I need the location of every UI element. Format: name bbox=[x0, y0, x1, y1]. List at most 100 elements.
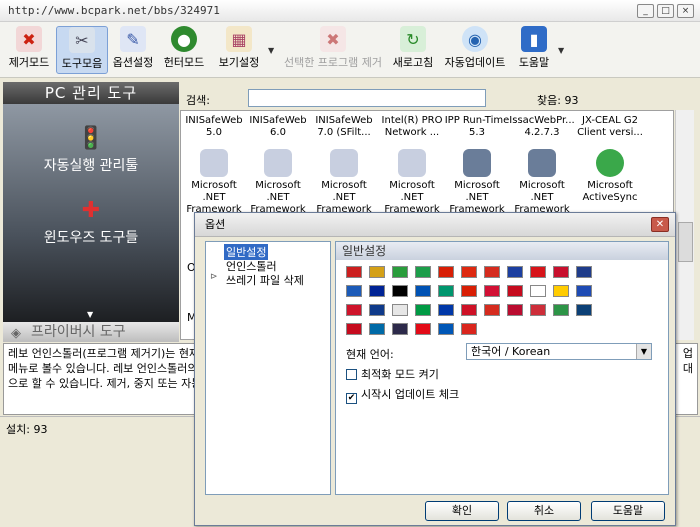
chevron-down-icon: ▼ bbox=[636, 344, 651, 359]
language-flag[interactable] bbox=[576, 266, 592, 278]
language-flag[interactable] bbox=[369, 304, 385, 316]
language-flag[interactable] bbox=[415, 266, 431, 278]
dotnet-icon bbox=[264, 149, 292, 177]
dialog-close-icon[interactable]: ✕ bbox=[651, 217, 669, 232]
optimize-mode-checkbox[interactable]: 최적화 모드 켜기 bbox=[346, 366, 439, 382]
language-flag[interactable] bbox=[484, 266, 500, 278]
language-flag[interactable] bbox=[392, 266, 408, 278]
tools-button[interactable]: ✂ 도구모음 bbox=[56, 26, 108, 74]
view-settings-dropdown-icon[interactable]: ▼ bbox=[268, 46, 274, 55]
tree-item-junk-files[interactable]: 쓰레기 파일 삭제 bbox=[226, 272, 304, 288]
sidebar-scroll-down-icon[interactable]: ▼ bbox=[87, 310, 93, 319]
options-button[interactable]: ✎ 옵션설정 bbox=[110, 26, 156, 74]
program-item[interactable]: INISafeWeb 5.0 bbox=[181, 115, 247, 139]
language-flag[interactable] bbox=[392, 304, 408, 316]
language-flag[interactable] bbox=[461, 285, 477, 297]
minimize-button[interactable]: _ bbox=[637, 4, 654, 18]
program-name: Intel(R) PRO Network ... bbox=[381, 115, 443, 138]
window-title: http://www.bcpark.net/bbs/324971 bbox=[8, 4, 220, 17]
sidebar-item-label: 윈도우즈 도구들 bbox=[43, 230, 139, 246]
remove-selected-button[interactable]: ✖ 선택한 프로그램 제거 bbox=[282, 26, 384, 74]
maximize-button[interactable]: □ bbox=[657, 4, 674, 18]
toolbar-label: 헌터모드 bbox=[163, 56, 205, 69]
close-button[interactable]: × bbox=[677, 4, 694, 18]
program-item[interactable]: IPP Run-Time 5.3 bbox=[444, 115, 510, 139]
language-flag[interactable] bbox=[346, 285, 362, 297]
language-flag[interactable] bbox=[507, 266, 523, 278]
language-flag[interactable] bbox=[484, 304, 500, 316]
toolbar-label: 선택한 프로그램 제거 bbox=[283, 56, 383, 69]
language-flag[interactable] bbox=[415, 323, 431, 335]
ok-button[interactable]: 확인 bbox=[425, 501, 499, 521]
language-flag[interactable] bbox=[438, 285, 454, 297]
sidebar-item-windows-tools[interactable]: ✚ 윈도우즈 도구들 bbox=[3, 198, 179, 247]
sidebar-item-autorun-manager[interactable]: 🚦 자동실행 관리툴 bbox=[3, 126, 179, 175]
language-flag[interactable] bbox=[484, 285, 500, 297]
language-flag[interactable] bbox=[346, 266, 362, 278]
language-flag[interactable] bbox=[461, 266, 477, 278]
sidebar: PC 관리 도구 🚦 자동실행 관리툴 ✚ 윈도우즈 도구들 ▼ ◈ 프라이버시… bbox=[3, 82, 179, 342]
installer-icon bbox=[528, 149, 556, 177]
sidebar-item-privacy-tools[interactable]: ◈ 프라이버시 도구 bbox=[3, 322, 179, 342]
tree-expand-icon[interactable]: ⊳ bbox=[210, 272, 218, 282]
language-flag[interactable] bbox=[369, 323, 385, 335]
language-flag[interactable] bbox=[438, 304, 454, 316]
program-item[interactable]: INISafeWeb 6.0 bbox=[245, 115, 311, 139]
language-flag[interactable] bbox=[461, 304, 477, 316]
scrollbar-thumb[interactable] bbox=[678, 222, 693, 262]
dotnet-icon bbox=[200, 149, 228, 177]
language-flag[interactable] bbox=[415, 304, 431, 316]
toolbar-label: 도움말 bbox=[518, 56, 550, 69]
program-name: INISafeWeb 6.0 bbox=[249, 115, 307, 138]
uninstall-mode-button[interactable]: ✖ 제거모드 bbox=[4, 26, 54, 74]
language-flag[interactable] bbox=[553, 285, 569, 297]
settings-panel: 일반설정 현재 언어: 한국어 / Korean ▼ 최적화 모드 켜기 ✔ 시작… bbox=[335, 241, 669, 495]
swiss-knife-icon: ✚ bbox=[81, 198, 101, 223]
program-name: INISafeWeb 7.0 (SFilt... bbox=[315, 115, 373, 138]
help-dropdown-icon[interactable]: ▼ bbox=[558, 46, 564, 55]
language-flag[interactable] bbox=[530, 285, 546, 297]
program-list-scrollbar[interactable] bbox=[675, 110, 694, 340]
program-item[interactable]: Intel(R) PRO Network ... bbox=[379, 115, 445, 139]
hunter-icon: ● bbox=[171, 26, 197, 52]
options-tree: 일반설정 언인스톨러 ⊳ 쓰레기 파일 삭제 bbox=[205, 241, 331, 495]
language-flag[interactable] bbox=[392, 323, 408, 335]
program-item[interactable]: INISafeWeb 7.0 (SFilt... bbox=[311, 115, 377, 139]
refresh-button[interactable]: ↻ 새로고침 bbox=[390, 26, 436, 74]
language-flag[interactable] bbox=[530, 266, 546, 278]
language-flag[interactable] bbox=[507, 304, 523, 316]
cancel-button[interactable]: 취소 bbox=[507, 501, 581, 521]
help-button[interactable]: ▮ 도움말 bbox=[514, 26, 554, 74]
language-flag[interactable] bbox=[530, 304, 546, 316]
language-flag[interactable] bbox=[461, 323, 477, 335]
refresh-icon: ↻ bbox=[400, 26, 426, 52]
language-flag[interactable] bbox=[576, 304, 592, 316]
language-flag[interactable] bbox=[553, 304, 569, 316]
language-flag[interactable] bbox=[507, 285, 523, 297]
language-flag[interactable] bbox=[438, 266, 454, 278]
language-flag[interactable] bbox=[369, 285, 385, 297]
language-flag[interactable] bbox=[392, 285, 408, 297]
program-item[interactable]: JX-CEAL G2 Client versi... bbox=[577, 115, 643, 139]
program-item[interactable]: IssacWebPr... 4.2.7.3 bbox=[509, 115, 575, 139]
language-flag[interactable] bbox=[369, 266, 385, 278]
language-flag[interactable] bbox=[553, 266, 569, 278]
language-flag[interactable] bbox=[346, 304, 362, 316]
sidebar-item-label: 자동실행 관리툴 bbox=[43, 158, 139, 174]
description-text: 레보 언인스톨러(프로그램 제거기)는 현재 메뉴로 볼수 있습니다. 레보 언… bbox=[8, 347, 202, 390]
language-select[interactable]: 한국어 / Korean ▼ bbox=[466, 343, 652, 360]
search-input[interactable] bbox=[248, 89, 486, 107]
program-item[interactable]: Microsoft ActiveSync bbox=[577, 149, 643, 204]
help-dialog-button[interactable]: 도움말 bbox=[591, 501, 665, 521]
language-flag[interactable] bbox=[415, 285, 431, 297]
language-flag[interactable] bbox=[346, 323, 362, 335]
hunter-mode-button[interactable]: ● 헌터모드 bbox=[160, 26, 208, 74]
checkbox-label: 최적화 모드 켜기 bbox=[361, 368, 439, 381]
toolbar-label: 자동업데이트 bbox=[444, 56, 506, 69]
language-flag[interactable] bbox=[576, 285, 592, 297]
auto-update-button[interactable]: ◉ 자동업데이트 bbox=[442, 26, 508, 74]
view-settings-button[interactable]: ▦ 보기설정 bbox=[214, 26, 264, 74]
activesync-icon bbox=[596, 149, 624, 177]
language-flag[interactable] bbox=[438, 323, 454, 335]
startup-update-checkbox[interactable]: ✔ 시작시 업데이트 체크 bbox=[346, 386, 459, 404]
